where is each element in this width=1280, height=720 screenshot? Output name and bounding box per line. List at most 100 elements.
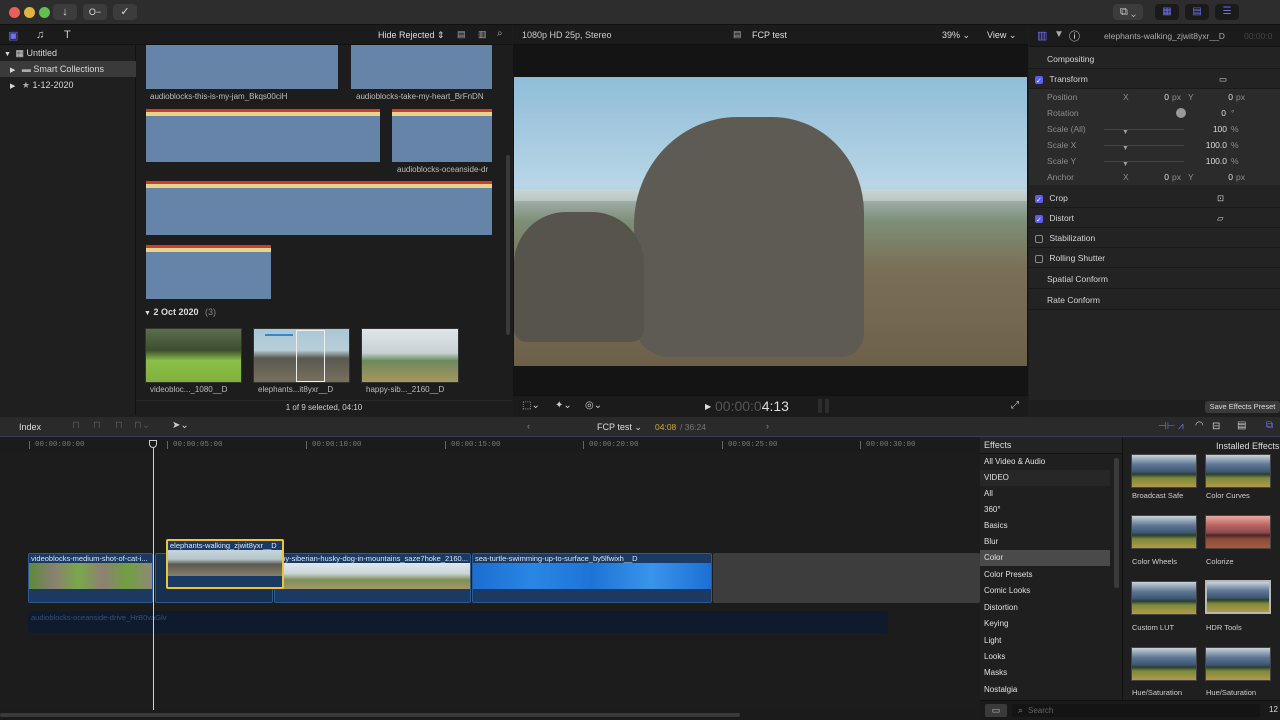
rolling-shutter-section[interactable]: Rolling Shutter <box>1029 248 1280 268</box>
history-back-icon[interactable]: ‹ <box>527 421 530 431</box>
video-frame[interactable] <box>514 77 1027 366</box>
scale-y-field[interactable]: 100.0 <box>1202 153 1227 169</box>
clip-skimming-icon[interactable]: ⊣⊢ <box>1158 421 1175 432</box>
transform-checkbox[interactable] <box>1035 72 1043 92</box>
scale-x-field[interactable]: 100.0 <box>1202 137 1227 153</box>
playhead[interactable] <box>153 440 154 710</box>
scale-all-slider[interactable] <box>1104 129 1184 130</box>
disclosure-closed-icon[interactable]: ▶ <box>10 83 15 90</box>
effect-thumbnail[interactable] <box>1205 515 1271 549</box>
info-inspector-icon[interactable]: ⓘ <box>1069 28 1080 44</box>
effects-category[interactable]: Comic Looks <box>980 583 1110 599</box>
library-item-event[interactable]: ▶ ★ 1-12-2020 <box>0 77 136 93</box>
titles-generators-icon[interactable]: T <box>64 29 71 41</box>
background-tasks-button[interactable]: ✓ <box>113 4 137 20</box>
compositing-section[interactable]: Compositing <box>1029 49 1280 69</box>
anchor-x-field[interactable]: 0 <box>1157 169 1169 185</box>
effects-list-scrollbar[interactable] <box>1114 458 1119 588</box>
rotation-field[interactable]: 0 <box>1214 105 1226 121</box>
close-window-button[interactable] <box>9 7 20 18</box>
crop-checkbox[interactable] <box>1035 191 1043 211</box>
anchor-y-field[interactable]: 0 <box>1221 169 1233 185</box>
zoom-dropdown[interactable]: 39% ⌄ <box>942 30 970 41</box>
view-dropdown[interactable]: View ⌄ <box>987 30 1016 41</box>
browser-scrollbar[interactable] <box>506 155 510 335</box>
effects-category[interactable]: All <box>980 486 1110 502</box>
effect-thumbnail[interactable] <box>1205 454 1271 488</box>
fullscreen-icon[interactable]: ⤢ <box>1011 400 1019 411</box>
video-clip-thumbnail-selected[interactable] <box>253 328 350 383</box>
browser-toggle-button[interactable]: ▦ <box>1155 4 1179 20</box>
position-y-field[interactable]: 0 <box>1221 89 1233 105</box>
effect-thumbnail-selected[interactable] <box>1205 580 1271 614</box>
select-tool-icon[interactable]: ➤⌄ <box>172 420 189 431</box>
enhance-wand-icon[interactable]: ✦⌄ <box>555 400 572 411</box>
history-forward-icon[interactable]: › <box>766 421 769 431</box>
timeline-clip[interactable]: ppy-siberian-husky-dog-in-mountains_saze… <box>274 553 471 603</box>
effect-thumbnail[interactable] <box>1205 647 1271 681</box>
video-clip-thumbnail[interactable] <box>361 328 459 383</box>
timeline-toggle-button[interactable]: ▤ <box>1185 4 1209 20</box>
transform-onscreen-icon[interactable]: ▭ <box>1219 69 1227 89</box>
position-x-field[interactable]: 0 <box>1157 89 1169 105</box>
inspector-toggle-button[interactable]: ☰ <box>1215 4 1239 20</box>
effects-category[interactable]: Looks <box>980 649 1110 665</box>
timeline-project-dropdown[interactable]: FCP test ⌄ <box>597 422 642 433</box>
effect-thumbnail[interactable] <box>1131 454 1197 488</box>
overwrite-clip-icon[interactable]: ⊓⌄ <box>134 420 150 431</box>
timeline-scrollbar[interactable] <box>0 710 980 720</box>
library-item-smart-collections[interactable]: ▶ ▬ Smart Collections <box>0 61 136 77</box>
insert-clip-icon[interactable]: ⊓ <box>93 420 101 431</box>
import-button[interactable]: ↓ <box>53 4 77 20</box>
crop-onscreen-icon[interactable]: ⊡ <box>1217 188 1224 208</box>
clip-appearance-icon[interactable]: ▤ <box>457 29 466 40</box>
scale-x-slider[interactable] <box>1104 145 1184 146</box>
workspace-button[interactable]: ⧉ ⌄ <box>1113 4 1143 20</box>
effects-category[interactable]: Keying <box>980 616 1110 632</box>
playhead-handle[interactable] <box>149 440 157 448</box>
effects-category[interactable]: Distortion <box>980 600 1110 616</box>
effects-category[interactable]: Light <box>980 633 1110 649</box>
disclosure-closed-icon[interactable]: ▶ <box>10 67 15 74</box>
scrollbar-thumb[interactable] <box>0 713 740 717</box>
sidebar-toggle-button[interactable]: ▭ <box>985 704 1007 717</box>
stabilization-section[interactable]: Stabilization <box>1029 228 1280 248</box>
timeline-clip[interactable]: sea-turtle-swimming-up-to-surface_by5lfw… <box>472 553 712 603</box>
effects-category-selected[interactable]: Color <box>980 550 1110 566</box>
color-inspector-icon[interactable]: ▼ <box>1054 29 1064 40</box>
effects-browser-icon[interactable]: ⧉ <box>1266 420 1273 431</box>
effects-category[interactable]: Nostalgia <box>980 682 1110 698</box>
distort-checkbox[interactable] <box>1035 211 1043 231</box>
audio-clip-thumbnail[interactable] <box>392 109 492 162</box>
transform-tool-icon[interactable]: ⬚⌄ <box>522 400 540 411</box>
filmstrip-view-icon[interactable]: ▥ <box>478 29 487 40</box>
save-effects-preset-button[interactable]: Save Effects Preset <box>1205 401 1280 413</box>
libraries-icon[interactable]: ▣ <box>8 29 18 42</box>
audio-clip-thumbnail[interactable] <box>146 45 338 89</box>
play-icon[interactable]: ▶ <box>705 402 711 411</box>
distort-onscreen-icon[interactable]: ▱ <box>1217 208 1224 228</box>
search-icon[interactable]: ⌕ <box>497 28 503 39</box>
stabilization-checkbox[interactable] <box>1035 234 1043 243</box>
transform-section[interactable]: Transform ▭ <box>1029 69 1280 92</box>
solo-headphones-icon[interactable]: ◠ <box>1195 420 1204 431</box>
effects-category[interactable]: Blur <box>980 534 1110 550</box>
effects-search-input[interactable]: ⌕ Search <box>1012 704 1260 717</box>
zoom-window-button[interactable] <box>39 7 50 18</box>
video-clip-thumbnail[interactable] <box>145 328 242 383</box>
retime-icon[interactable]: ◎⌄ <box>585 400 602 411</box>
timecode-display[interactable]: 00:00:04:13 <box>715 398 789 414</box>
hide-rejected-dropdown[interactable]: Hide Rejected ⇕ <box>378 30 445 41</box>
effect-thumbnail[interactable] <box>1131 581 1197 615</box>
selected-connected-clip[interactable]: elephants-walking_zjwit8yxr__D <box>166 539 284 589</box>
effect-thumbnail[interactable] <box>1131 647 1197 681</box>
effects-category[interactable]: 360° <box>980 502 1110 518</box>
scale-y-slider[interactable] <box>1104 161 1184 162</box>
spatial-conform-section[interactable]: Spatial Conform <box>1029 269 1280 289</box>
minimize-window-button[interactable] <box>24 7 35 18</box>
crop-section[interactable]: Crop ⊡ <box>1029 188 1280 211</box>
audio-clip[interactable]: audioblocks-oceanside-drive_HrB0vaGlv <box>28 611 888 633</box>
video-inspector-icon[interactable]: ▥ <box>1037 29 1047 42</box>
effects-category[interactable]: All Video & Audio <box>980 454 1110 470</box>
scale-all-field[interactable]: 100 <box>1209 121 1227 137</box>
